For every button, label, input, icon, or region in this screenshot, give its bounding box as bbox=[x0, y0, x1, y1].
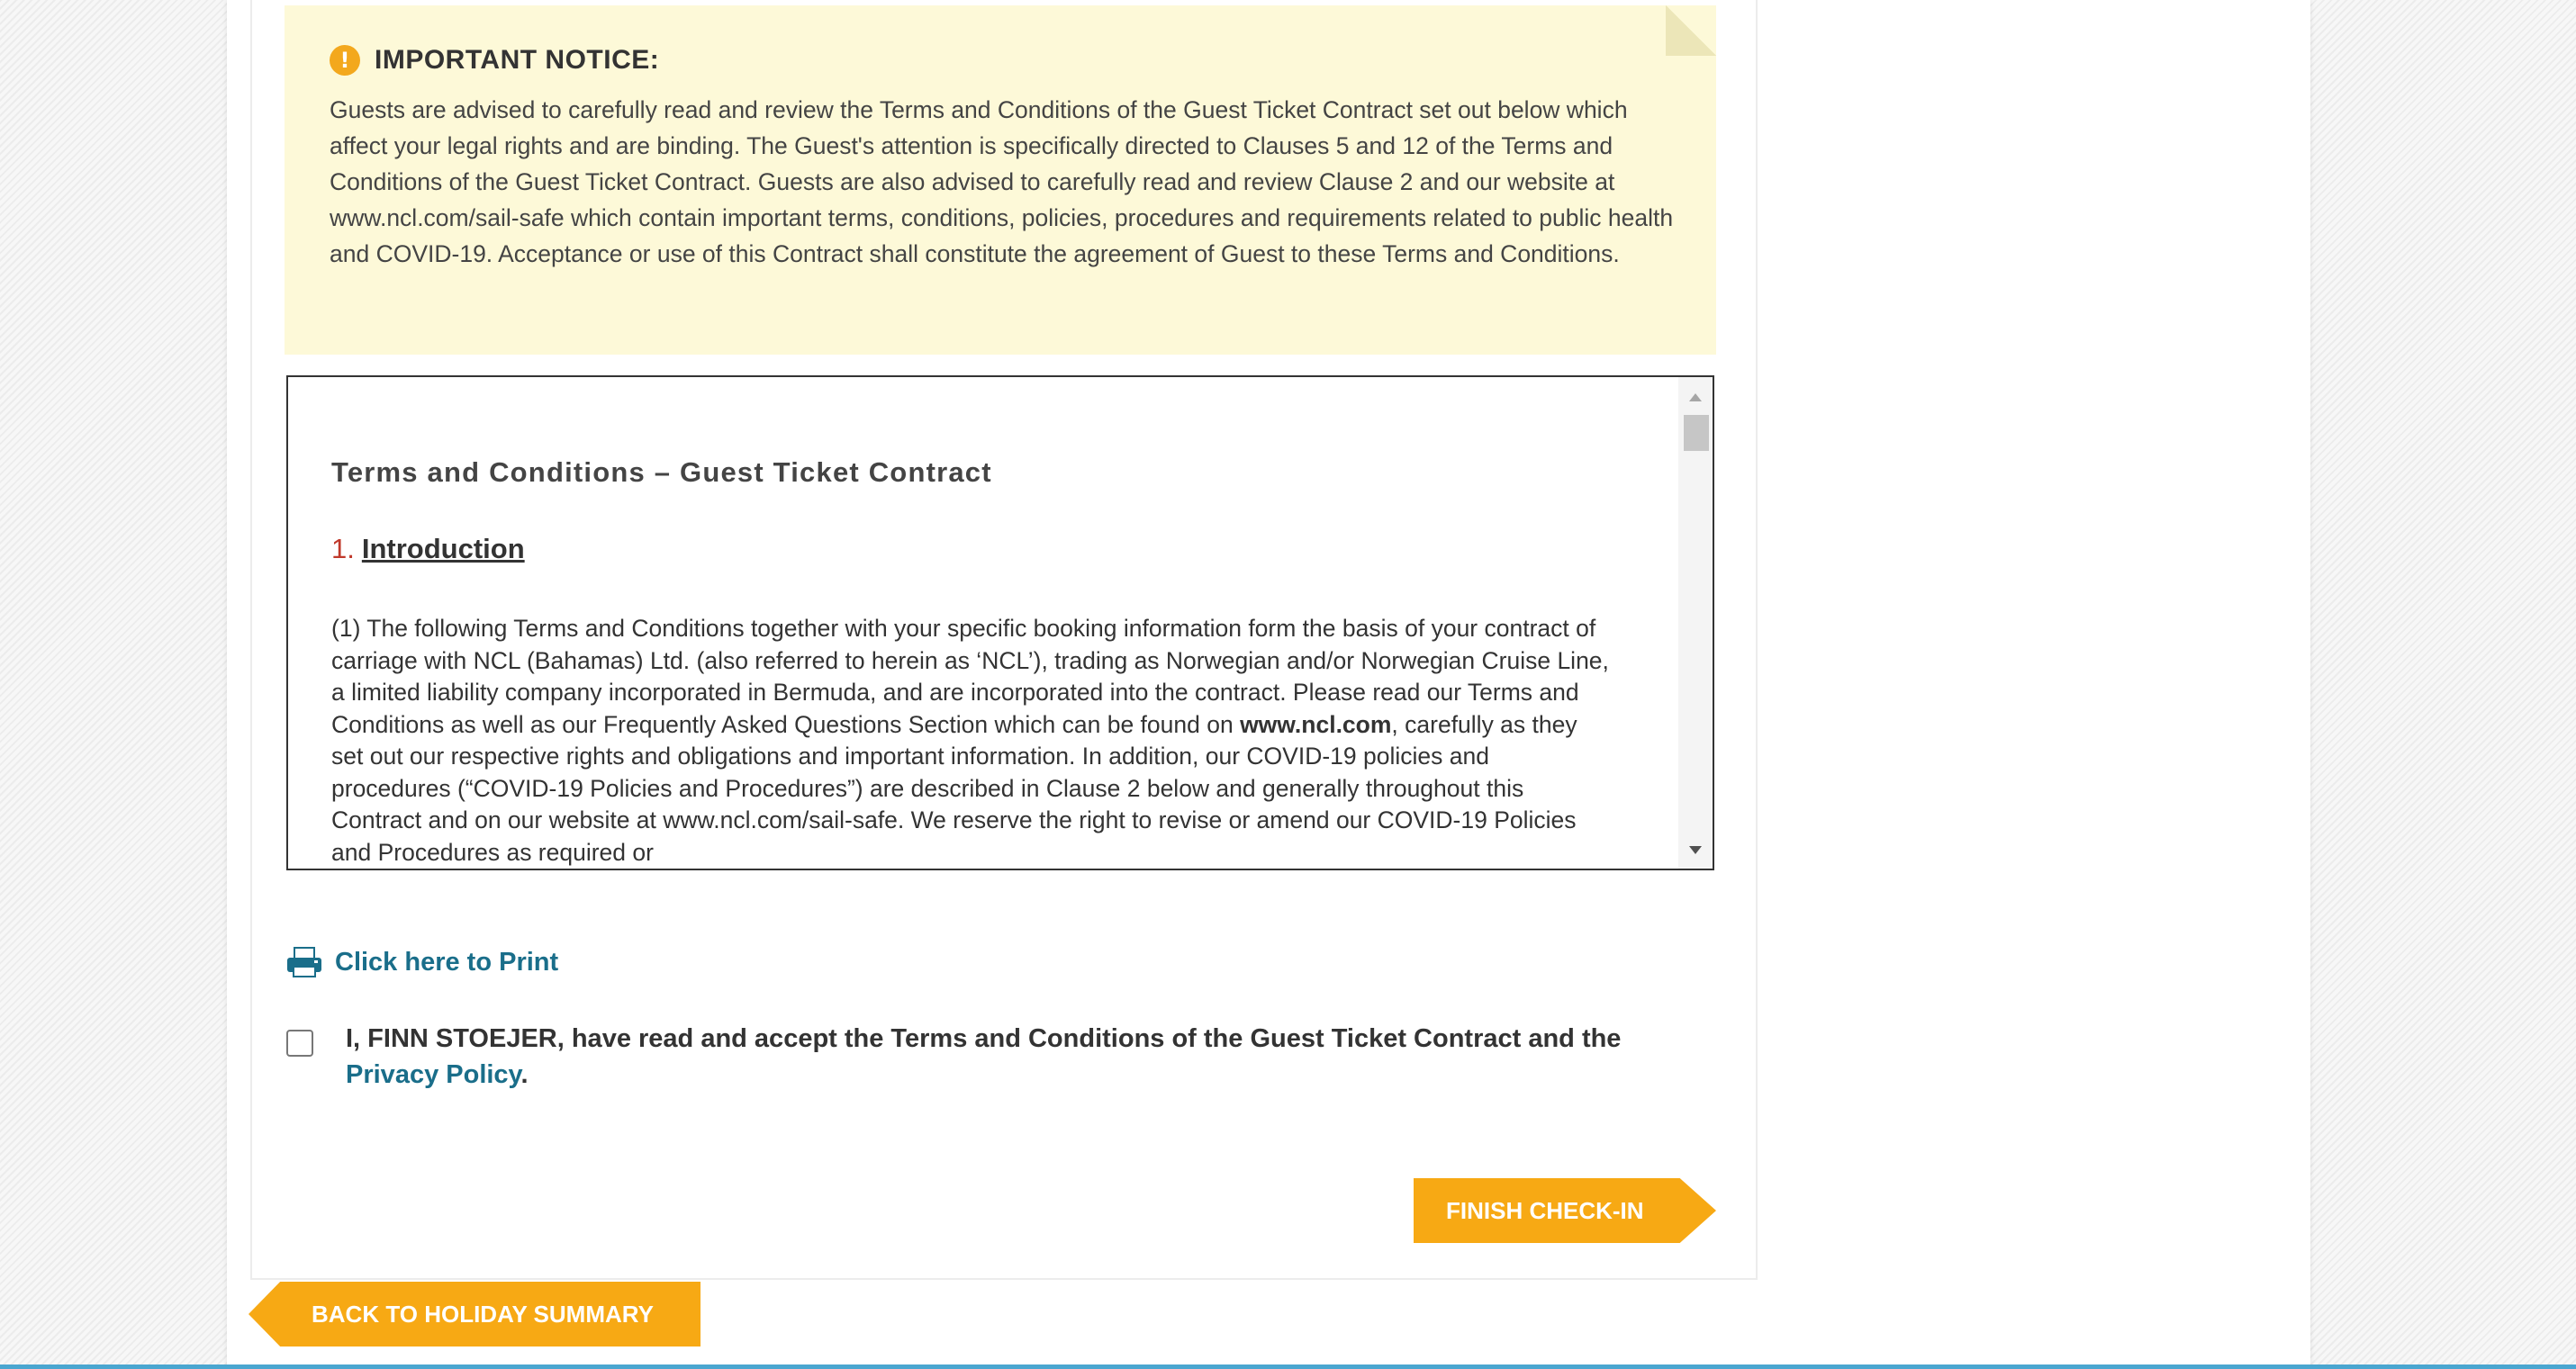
info-icon: ! bbox=[330, 45, 360, 76]
scroll-thumb[interactable] bbox=[1684, 415, 1709, 451]
terms-paragraph: (1) The following Terms and Conditions t… bbox=[331, 613, 1610, 869]
terms-scroll-box[interactable]: Terms and Conditions – Guest Ticket Cont… bbox=[286, 375, 1714, 870]
notice-title: IMPORTANT NOTICE: bbox=[375, 45, 660, 75]
notice-body: Guests are advised to carefully read and… bbox=[330, 96, 1674, 267]
accept-terms-checkbox[interactable] bbox=[286, 1030, 313, 1057]
terms-title: Terms and Conditions – Guest Ticket Cont… bbox=[331, 456, 992, 488]
finish-check-in-button[interactable]: FINISH CHECK-IN bbox=[1414, 1178, 1716, 1243]
terms-acceptance: I, FINN STOEJER, have read and accept th… bbox=[286, 1021, 1624, 1093]
important-notice: ! IMPORTANT NOTICE: Guests are advised t… bbox=[285, 5, 1716, 355]
scroll-up-arrow-icon[interactable] bbox=[1689, 393, 1702, 401]
section-number: 1. bbox=[331, 533, 355, 564]
terms-scrollbar[interactable] bbox=[1678, 377, 1713, 869]
notice-heading: ! IMPORTANT NOTICE: bbox=[330, 45, 659, 76]
accept-terms-label: I, FINN STOEJER, have read and accept th… bbox=[346, 1021, 1624, 1093]
printer-icon bbox=[287, 947, 321, 977]
notice-fold-corner bbox=[1666, 5, 1716, 56]
ncl-website-text: www.ncl.com bbox=[1240, 710, 1392, 738]
accept-terms-text: I, FINN STOEJER, have read and accept th… bbox=[346, 1024, 1622, 1053]
scroll-down-arrow-icon[interactable] bbox=[1689, 846, 1702, 854]
print-link[interactable]: Click here to Print bbox=[286, 947, 558, 977]
accept-terms-suffix: . bbox=[520, 1060, 529, 1089]
section-name: Introduction bbox=[361, 533, 525, 564]
bottom-divider bbox=[0, 1364, 2576, 1369]
section-heading: 1. Introduction bbox=[331, 533, 525, 565]
print-label[interactable]: Click here to Print bbox=[335, 948, 558, 977]
privacy-policy-link[interactable]: Privacy Policy bbox=[346, 1060, 521, 1089]
back-to-holiday-summary-button[interactable]: BACK TO HOLIDAY SUMMARY bbox=[249, 1282, 700, 1346]
